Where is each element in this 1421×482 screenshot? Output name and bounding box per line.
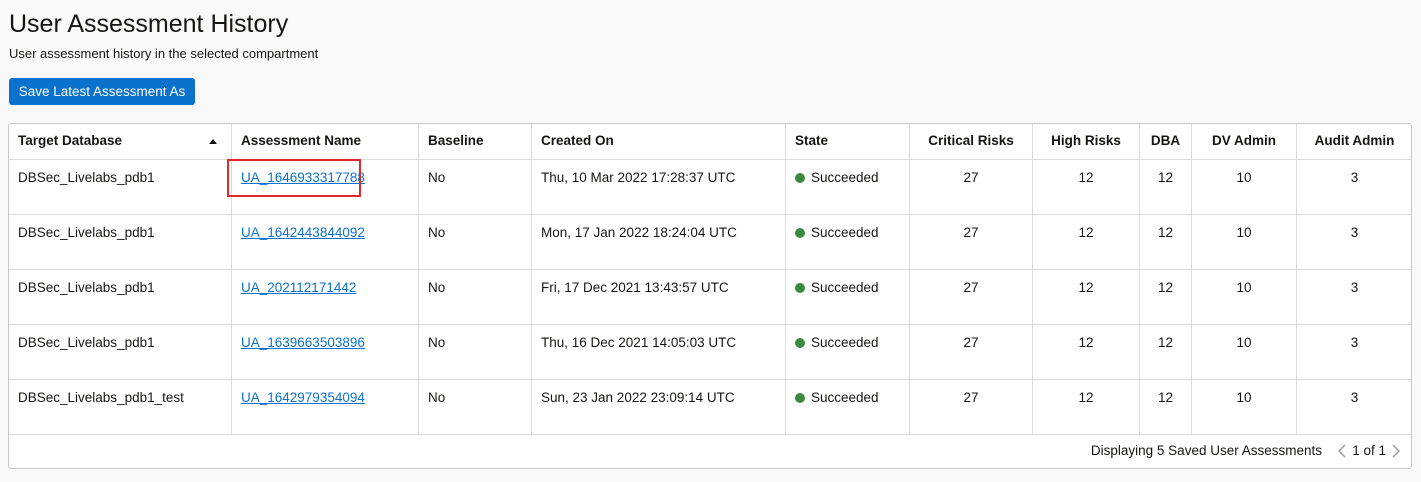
cell-dba: 12 [1139, 379, 1192, 435]
cell-state: Succeeded [785, 214, 910, 270]
status-dot-icon [795, 173, 805, 183]
status-dot-icon [795, 338, 805, 348]
user-assessment-history-page: User Assessment History User assessment … [0, 0, 1421, 482]
cell-baseline: No [418, 214, 532, 270]
cell-critical-risks: 27 [909, 214, 1033, 270]
cell-dba: 12 [1139, 324, 1192, 380]
cell-dba: 12 [1139, 159, 1192, 215]
cell-high-risks: 12 [1032, 214, 1140, 270]
results-summary: Displaying 5 Saved User Assessments [1090, 443, 1322, 458]
sort-ascending-icon[interactable] [209, 139, 217, 144]
chevron-right-icon[interactable] [1389, 442, 1403, 460]
state-label: Succeeded [811, 335, 879, 350]
cell-dba: 12 [1139, 269, 1192, 325]
status-dot-icon [795, 393, 805, 403]
page-subtitle: User assessment history in the selected … [9, 46, 319, 61]
state-label: Succeeded [811, 280, 879, 295]
cell-audit-admin: 3 [1296, 214, 1411, 270]
column-header-target-database[interactable]: Target Database [9, 124, 232, 160]
status-dot-icon [795, 228, 805, 238]
cell-created-on: Thu, 16 Dec 2021 14:05:03 UTC [531, 324, 786, 380]
cell-high-risks: 12 [1032, 324, 1140, 380]
page-indicator: 1 of 1 [1352, 443, 1386, 458]
cell-dba: 12 [1139, 214, 1192, 270]
assessment-history-table: Target Database Assessment Name Baseline… [9, 124, 1411, 435]
state-label: Succeeded [811, 390, 879, 405]
chevron-left-icon[interactable] [1335, 442, 1349, 460]
assessment-name-link[interactable]: UA_1642443844092 [241, 225, 365, 240]
table-footer: Displaying 5 Saved User Assessments 1 of… [9, 432, 1411, 468]
assessment-history-table-card: Target Database Assessment Name Baseline… [8, 123, 1412, 469]
cell-high-risks: 12 [1032, 379, 1140, 435]
assessment-name-link[interactable]: UA_202112171442 [241, 280, 356, 295]
cell-assessment-name: UA_1642443844092 [231, 214, 419, 270]
column-header-label: Target Database [18, 133, 123, 148]
cell-critical-risks: 27 [909, 269, 1033, 325]
cell-high-risks: 12 [1032, 159, 1140, 215]
cell-created-on: Sun, 23 Jan 2022 23:09:14 UTC [531, 379, 786, 435]
status-dot-icon [795, 283, 805, 293]
column-header-dv-admin[interactable]: DV Admin [1191, 124, 1297, 160]
table-row: DBSec_Livelabs_pdb1_test UA_164297935409… [9, 379, 1411, 435]
column-header-high-risks[interactable]: High Risks [1032, 124, 1140, 160]
cell-state: Succeeded [785, 324, 910, 380]
state-label: Succeeded [811, 170, 879, 185]
column-header-state[interactable]: State [785, 124, 910, 160]
table-row: DBSec_Livelabs_pdb1 UA_1642443844092 No … [9, 214, 1411, 270]
column-header-baseline[interactable]: Baseline [418, 124, 532, 160]
cell-created-on: Fri, 17 Dec 2021 13:43:57 UTC [531, 269, 786, 325]
pagination: 1 of 1 [1335, 442, 1403, 460]
cell-audit-admin: 3 [1296, 269, 1411, 325]
cell-audit-admin: 3 [1296, 379, 1411, 435]
cell-critical-risks: 27 [909, 159, 1033, 215]
cell-audit-admin: 3 [1296, 159, 1411, 215]
cell-high-risks: 12 [1032, 269, 1140, 325]
cell-created-on: Thu, 10 Mar 2022 17:28:37 UTC [531, 159, 786, 215]
cell-dv-admin: 10 [1191, 324, 1297, 380]
cell-audit-admin: 3 [1296, 324, 1411, 380]
cell-target-database: DBSec_Livelabs_pdb1 [9, 214, 232, 270]
cell-critical-risks: 27 [909, 379, 1033, 435]
cell-state: Succeeded [785, 159, 910, 215]
column-header-audit-admin[interactable]: Audit Admin [1296, 124, 1411, 160]
state-label: Succeeded [811, 225, 879, 240]
cell-dv-admin: 10 [1191, 269, 1297, 325]
assessment-name-link[interactable]: UA_1642979354094 [241, 390, 365, 405]
cell-critical-risks: 27 [909, 324, 1033, 380]
table-row: DBSec_Livelabs_pdb1 UA_1639663503896 No … [9, 324, 1411, 380]
page-title: User Assessment History [9, 10, 289, 38]
cell-baseline: No [418, 379, 532, 435]
assessment-name-link[interactable]: UA_1646933317788 [241, 170, 365, 185]
cell-target-database: DBSec_Livelabs_pdb1 [9, 269, 232, 325]
cell-state: Succeeded [785, 379, 910, 435]
cell-baseline: No [418, 159, 532, 215]
cell-baseline: No [418, 269, 532, 325]
save-latest-assessment-button[interactable]: Save Latest Assessment As [9, 78, 195, 105]
cell-target-database: DBSec_Livelabs_pdb1 [9, 324, 232, 380]
table-header-row: Target Database Assessment Name Baseline… [9, 124, 1411, 160]
cell-created-on: Mon, 17 Jan 2022 18:24:04 UTC [531, 214, 786, 270]
cell-dv-admin: 10 [1191, 379, 1297, 435]
assessment-name-link[interactable]: UA_1639663503896 [241, 335, 365, 350]
cell-dv-admin: 10 [1191, 159, 1297, 215]
cell-dv-admin: 10 [1191, 214, 1297, 270]
column-header-dba[interactable]: DBA [1139, 124, 1192, 160]
cell-assessment-name: UA_202112171442 [231, 269, 419, 325]
cell-assessment-name: UA_1646933317788 [231, 159, 419, 215]
table-row: DBSec_Livelabs_pdb1 UA_1646933317788 No … [9, 159, 1411, 215]
cell-baseline: No [418, 324, 532, 380]
cell-target-database: DBSec_Livelabs_pdb1_test [9, 379, 232, 435]
column-header-created-on[interactable]: Created On [531, 124, 786, 160]
column-header-assessment-name[interactable]: Assessment Name [231, 124, 419, 160]
cell-assessment-name: UA_1639663503896 [231, 324, 419, 380]
column-header-critical-risks[interactable]: Critical Risks [909, 124, 1033, 160]
cell-target-database: DBSec_Livelabs_pdb1 [9, 159, 232, 215]
table-row: DBSec_Livelabs_pdb1 UA_202112171442 No F… [9, 269, 1411, 325]
cell-assessment-name: UA_1642979354094 [231, 379, 419, 435]
cell-state: Succeeded [785, 269, 910, 325]
